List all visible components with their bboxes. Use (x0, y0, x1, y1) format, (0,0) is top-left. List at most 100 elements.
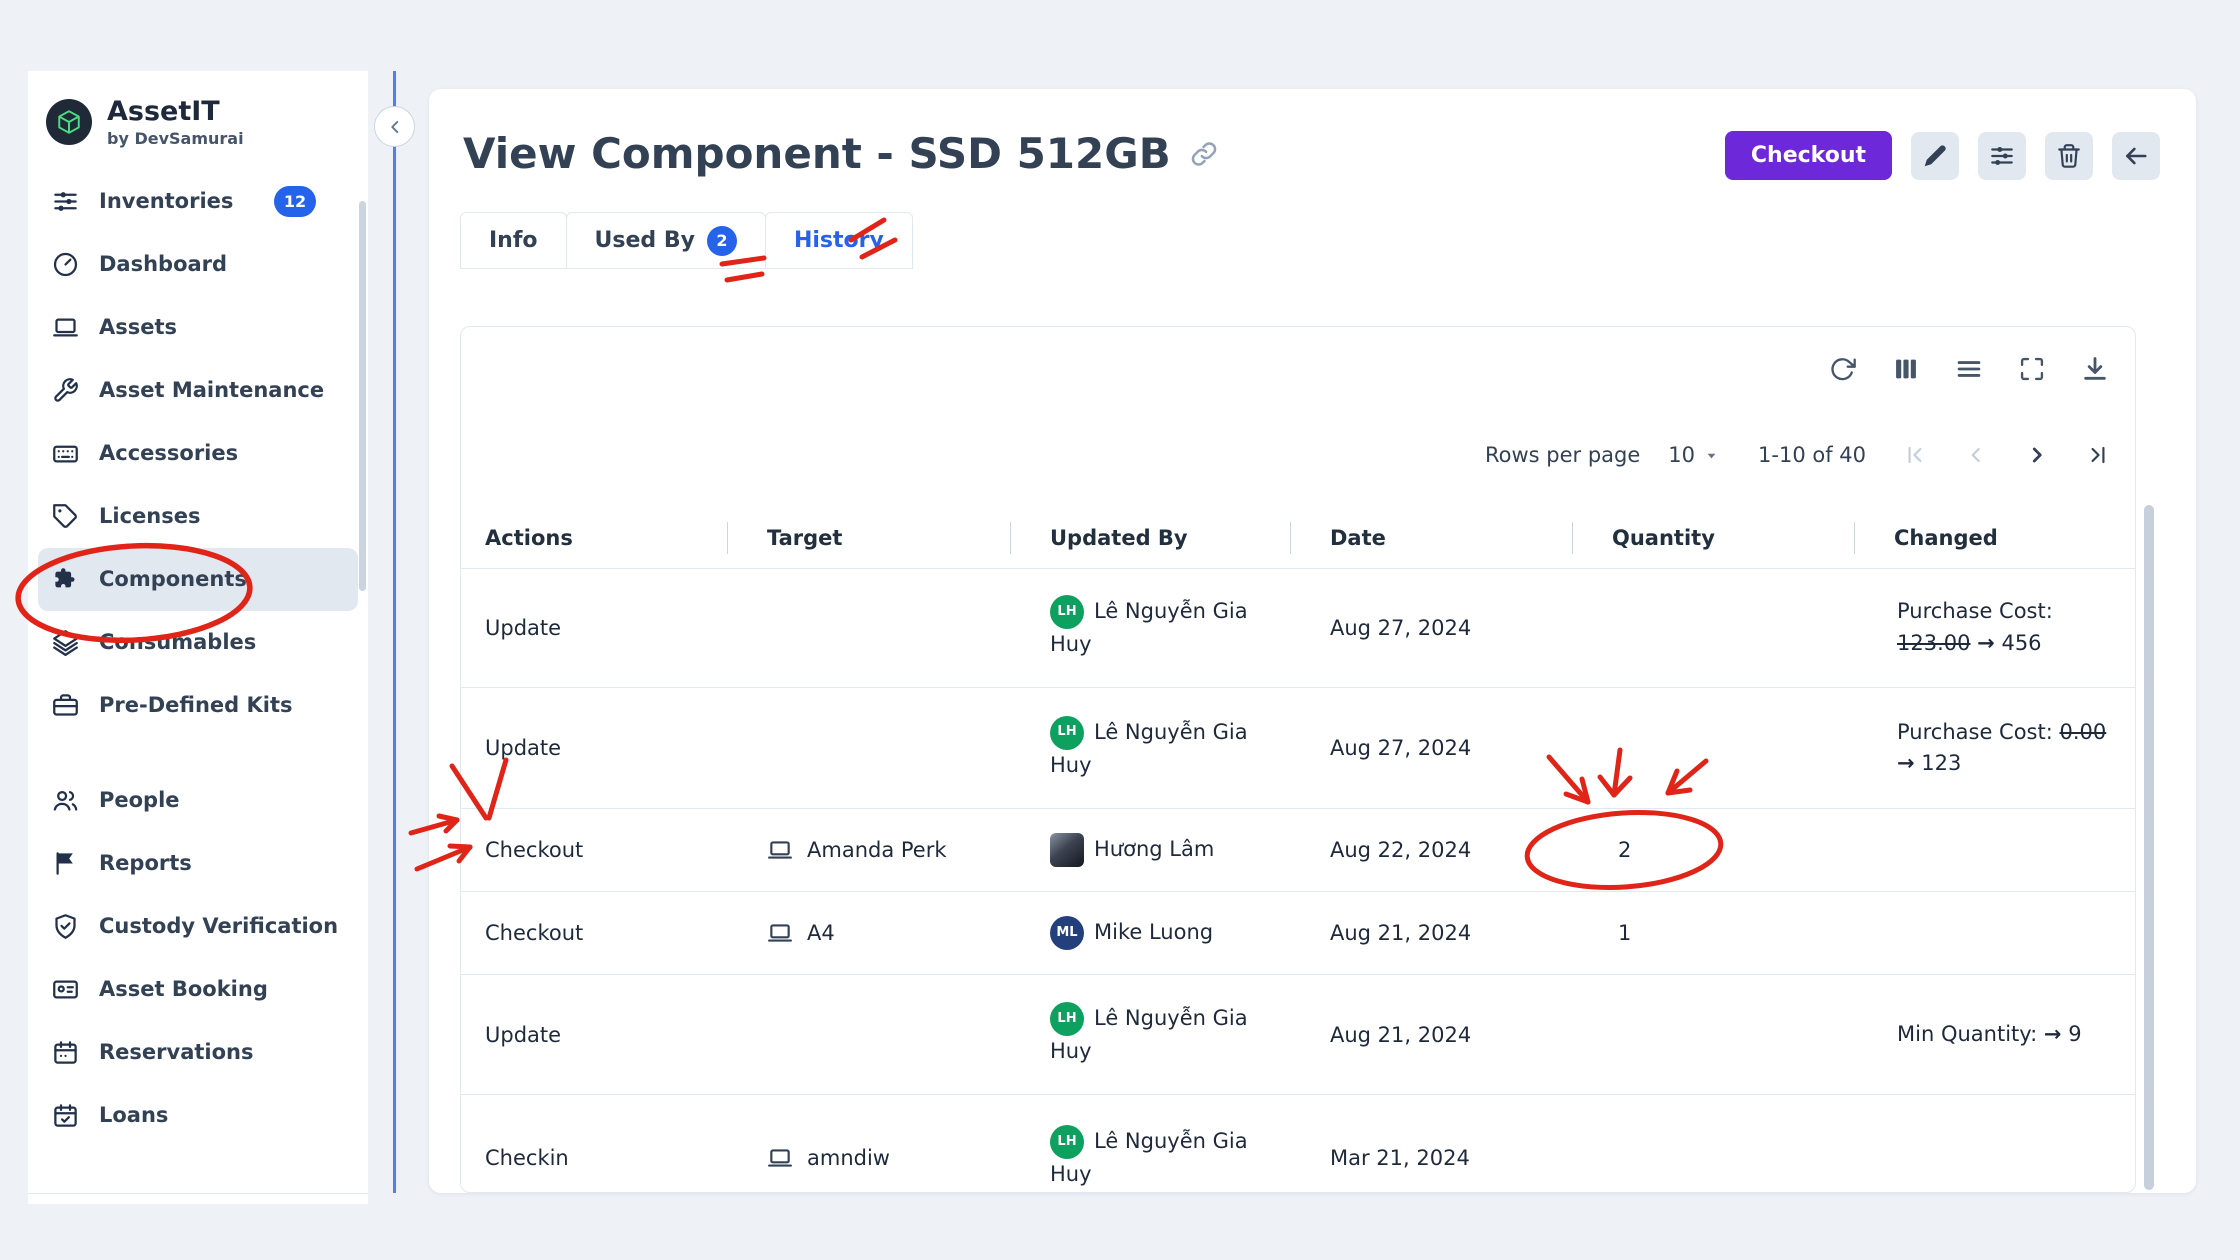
column-header-quantity[interactable]: Quantity (1572, 508, 1854, 568)
sidebar-item-pre-defined-kits[interactable]: Pre-Defined Kits (38, 674, 358, 737)
table-scrollbar[interactable] (2144, 505, 2154, 1190)
sidebar-collapse-button[interactable] (374, 106, 415, 147)
sidebar-item-reservations[interactable]: Reservations (38, 1021, 358, 1084)
avatar: LH (1050, 716, 1084, 750)
menu-lines-icon (1955, 355, 1983, 383)
header-actions: Checkout (1725, 131, 2160, 180)
target-name: A4 (807, 921, 835, 945)
sidebar-item-custody-verification[interactable]: Custody Verification (38, 895, 358, 958)
sidebar-item-label: Consumables (99, 630, 256, 654)
updated-by-cell: Hương Lâm (1010, 833, 1290, 867)
changed-cell: Purchase Cost: 0.00→ 123 (1854, 717, 2135, 780)
table-row: Checkout Amanda Perk Hương Lâm Aug 22, 2… (461, 809, 2135, 892)
rows-per-page-select[interactable]: 10 (1668, 443, 1720, 467)
sidebar-item-label: Components (99, 567, 247, 591)
tab-used-by[interactable]: Used By 2 (566, 212, 766, 269)
arrow-left-icon (2123, 143, 2149, 169)
tab-bar: Info Used By 2 History (429, 212, 2196, 269)
date-cell: Aug 22, 2024 (1290, 838, 1572, 862)
first-page-button[interactable] (1900, 440, 1930, 470)
density-button[interactable] (1953, 353, 1985, 385)
download-button[interactable] (2079, 353, 2111, 385)
column-header-target[interactable]: Target (727, 508, 1010, 568)
sidebar-item-label: Assets (99, 315, 177, 339)
column-header-date[interactable]: Date (1290, 508, 1572, 568)
table-row: Update LHLê Nguyễn Gia Huy Aug 27, 2024 … (461, 688, 2135, 809)
trash-icon (2056, 143, 2082, 169)
history-table-card: Rows per page 10 1-10 of 40 (460, 326, 2136, 1193)
date-cell: Aug 21, 2024 (1290, 921, 1572, 945)
sliders-icon (1989, 143, 2015, 169)
menu-section-gap (38, 737, 358, 769)
sidebar-item-people[interactable]: People (38, 769, 358, 832)
pagination-range: 1-10 of 40 (1758, 443, 1866, 467)
action-cell: Checkin (461, 1146, 727, 1170)
refresh-button[interactable] (1827, 353, 1859, 385)
sidebar-item-label: Asset Booking (99, 977, 268, 1001)
prev-page-button[interactable] (1961, 440, 1991, 470)
edit-button[interactable] (1911, 132, 1959, 180)
checkout-button[interactable]: Checkout (1725, 131, 1892, 180)
column-header-actions[interactable]: Actions (461, 508, 727, 568)
sidebar-scrollbar[interactable] (359, 201, 366, 591)
rows-per-page-label: Rows per page (1485, 443, 1640, 467)
user-name: Hương Lâm (1094, 837, 1214, 861)
fullscreen-button[interactable] (2016, 353, 2048, 385)
date-cell: Aug 27, 2024 (1290, 616, 1572, 640)
target-cell: amndiw (727, 1145, 1010, 1171)
column-header-updated-by[interactable]: Updated By (1010, 508, 1290, 568)
columns-button[interactable] (1890, 353, 1922, 385)
settings-button[interactable] (1978, 132, 2026, 180)
sidebar: AssetIT by DevSamurai Inventories 12 Das… (28, 71, 368, 1204)
panel-divider[interactable] (393, 71, 396, 1193)
tag-icon (52, 503, 79, 530)
copy-link-icon[interactable] (1189, 139, 1219, 169)
laptop-icon (767, 1145, 793, 1171)
sidebar-item-loans[interactable]: Loans (38, 1084, 358, 1147)
updated-by-cell: LHLê Nguyễn Gia Huy (1010, 1002, 1290, 1066)
target-name: Amanda Perk (807, 838, 947, 862)
action-cell: Update (461, 736, 727, 760)
brand: AssetIT by DevSamurai (28, 71, 368, 166)
avatar: LH (1050, 1002, 1084, 1036)
sidebar-item-accessories[interactable]: Accessories (38, 422, 358, 485)
back-button[interactable] (2112, 132, 2160, 180)
sidebar-item-asset-maintenance[interactable]: Asset Maintenance (38, 359, 358, 422)
laptop-icon (767, 920, 793, 946)
sidebar-item-components[interactable]: Components (38, 548, 358, 611)
sidebar-item-reports[interactable]: Reports (38, 832, 358, 895)
sidebar-item-asset-booking[interactable]: Asset Booking (38, 958, 358, 1021)
sidebar-menu: Inventories 12 Dashboard Assets Asset Ma… (28, 166, 368, 1151)
inventories-icon (52, 188, 79, 215)
keyboard-icon (52, 440, 79, 467)
dashboard-icon (52, 251, 79, 278)
column-header-changed[interactable]: Changed (1854, 508, 2136, 568)
last-page-button[interactable] (2083, 440, 2113, 470)
brand-name: AssetIT (107, 97, 244, 127)
calendar-icon (52, 1039, 79, 1066)
tab-label: History (794, 228, 884, 253)
sidebar-item-label: Reservations (99, 1040, 254, 1064)
avatar: LH (1050, 1125, 1084, 1159)
flag-icon (52, 850, 79, 877)
sidebar-item-inventories[interactable]: Inventories 12 (38, 170, 358, 233)
app-root: AssetIT by DevSamurai Inventories 12 Das… (0, 0, 2240, 1260)
table-toolbar (1827, 353, 2111, 385)
delete-button[interactable] (2045, 132, 2093, 180)
next-page-button[interactable] (2022, 440, 2052, 470)
sidebar-item-assets[interactable]: Assets (38, 296, 358, 359)
sidebar-item-licenses[interactable]: Licenses (38, 485, 358, 548)
page-header: View Component - SSD 512GB Checkout (429, 89, 2196, 180)
sidebar-item-label: Licenses (99, 504, 200, 528)
puzzle-icon (52, 566, 79, 593)
tab-history[interactable]: History (765, 212, 913, 269)
tab-label: Used By (595, 228, 695, 253)
sidebar-item-consumables[interactable]: Consumables (38, 611, 358, 674)
shield-check-icon (52, 913, 79, 940)
tab-info[interactable]: Info (460, 212, 567, 269)
sidebar-item-dashboard[interactable]: Dashboard (38, 233, 358, 296)
chevron-right-icon (2024, 442, 2050, 468)
sidebar-item-label: Asset Maintenance (99, 378, 324, 402)
brand-byline: by DevSamurai (107, 129, 244, 148)
used-by-count-badge: 2 (707, 226, 737, 256)
